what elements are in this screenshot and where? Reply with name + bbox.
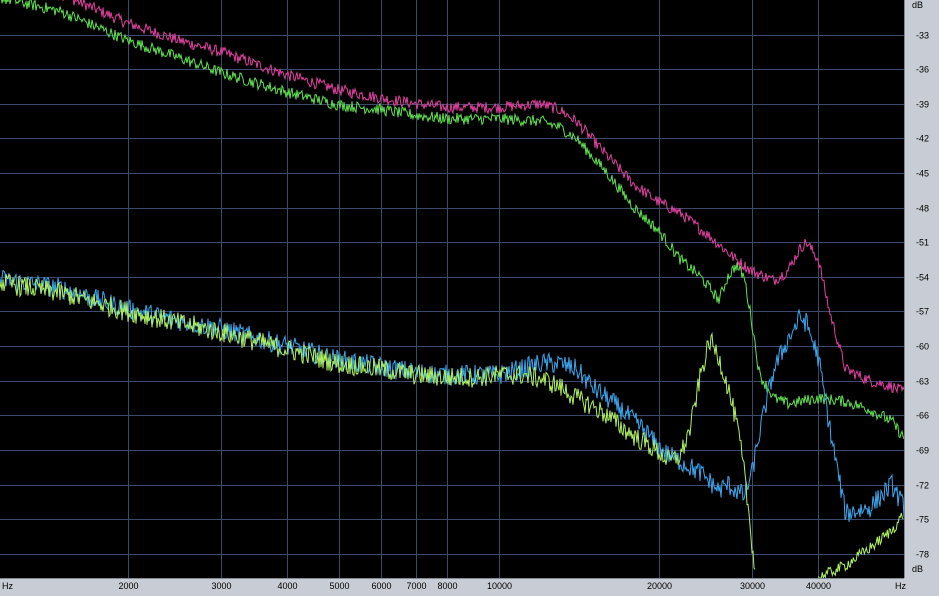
y-tick-label: -33 xyxy=(916,31,929,41)
y-axis-panel xyxy=(904,0,939,596)
y-tick-label: -42 xyxy=(916,134,929,144)
y-tick-label: -75 xyxy=(916,515,929,525)
x-tick-label: 3000 xyxy=(211,581,231,591)
spectrum-chart: dB dB Hz Hz -33 -36 -39 -42 -45 -48 -51 -54 -57 -… xyxy=(0,0,939,596)
y-tick-label: -36 xyxy=(916,65,929,75)
x-unit-label-left: Hz xyxy=(2,581,13,591)
x-tick-label: 30000 xyxy=(740,581,765,591)
y-tick-label: -45 xyxy=(916,169,929,179)
y-tick-label: -54 xyxy=(916,273,929,283)
x-axis-panel xyxy=(0,578,939,596)
y-tick-label: -60 xyxy=(916,342,929,352)
y-unit-label-bottom: dB xyxy=(912,564,923,574)
y-unit-label-top: dB xyxy=(912,0,923,10)
x-tick-label: 4000 xyxy=(277,581,297,591)
y-tick-label: -57 xyxy=(916,307,929,317)
x-tick-label: 7000 xyxy=(406,581,426,591)
y-tick-label: -48 xyxy=(916,204,929,214)
plot-background xyxy=(0,0,939,596)
x-tick-label: 10000 xyxy=(487,581,512,591)
y-tick-label: -78 xyxy=(916,550,929,560)
x-unit-label-right: Hz xyxy=(895,581,906,591)
y-tick-label: -51 xyxy=(916,238,929,248)
x-tick-label: 8000 xyxy=(437,581,457,591)
y-tick-label: -63 xyxy=(916,377,929,387)
x-tick-label: 2000 xyxy=(118,581,138,591)
x-tick-label: 5000 xyxy=(329,581,349,591)
y-tick-label: -72 xyxy=(916,481,929,491)
y-tick-label: -69 xyxy=(916,446,929,456)
y-tick-label: -39 xyxy=(916,100,929,110)
x-tick-label: 6000 xyxy=(371,581,391,591)
x-tick-label: 40000 xyxy=(806,581,831,591)
x-tick-label: 20000 xyxy=(647,581,672,591)
y-tick-label: -66 xyxy=(916,411,929,421)
